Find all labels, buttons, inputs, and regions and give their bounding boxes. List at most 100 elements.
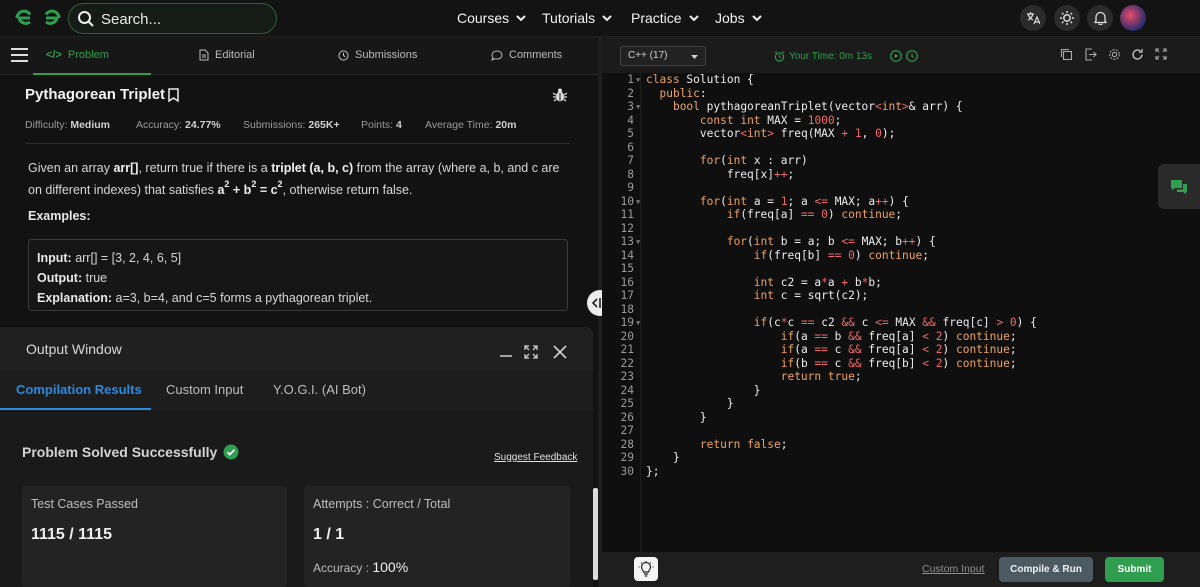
caret-down-icon [691,55,698,59]
output-title: Output Window [26,341,122,357]
language-select[interactable]: C++ (17) [620,46,706,66]
menu-icon[interactable] [11,48,28,62]
compile-run-button[interactable]: Compile & Run [999,557,1093,582]
language-value: C++ (17) [628,50,668,61]
close-icon[interactable] [553,345,567,359]
tab-problem-label: Problem [67,49,109,61]
notifications-button[interactable] [1087,5,1113,31]
code-line: if(freq[b] == 0) continue; [753,248,929,262]
check-circle-icon [223,444,239,460]
desc-part: , otherwise return false. [282,183,413,198]
import-icon[interactable] [1084,48,1097,61]
fold-icon[interactable]: ▼ [636,319,640,327]
search-box[interactable]: Search... [68,3,277,34]
hint-button[interactable] [634,557,658,581]
example-explanation: Explanation: a=3, b=4, and c=5 forms a p… [37,288,559,308]
tab-editorial[interactable]: Editorial [199,49,255,61]
fold-icon[interactable]: ▼ [636,238,640,246]
tab-compilation-results[interactable]: Compilation Results [16,382,142,397]
custom-input-link[interactable]: Custom Input [922,563,984,575]
search-placeholder: Search... [101,11,162,28]
code-line: class Solution { [646,73,754,86]
fold-icon[interactable]: ▼ [636,76,640,84]
submit-button[interactable]: Submit [1105,557,1164,582]
tab-submissions[interactable]: Submissions [338,49,417,61]
test-cases-card: Test Cases Passed 1115 / 1115 [22,486,287,587]
line-number: 7 [627,154,634,167]
reset-timer-icon[interactable] [906,50,918,62]
theme-toggle-button[interactable] [1054,5,1080,31]
example-input: Input: arr[] = [3, 2, 4, 6, 5] [37,248,559,268]
code-line: public: [659,86,707,100]
nav-practice[interactable]: Practice [631,10,699,26]
user-avatar[interactable] [1120,5,1146,31]
output-accuracy-value: 100% [372,559,409,575]
document-icon [199,49,209,61]
code-line: bool pythagoreanTriplet(vector<int>& arr… [672,100,963,113]
chevron-down-icon [688,14,699,21]
expand-icon[interactable] [524,345,538,359]
tab-editorial-label: Editorial [215,49,255,61]
tab-problem[interactable]: </> Problem [46,49,109,61]
code-line: return false; [699,437,788,451]
code-line: return true; [780,370,862,383]
nav-jobs[interactable]: Jobs [715,10,762,26]
problem-tabbar: </> Problem Editorial Submissions Commen… [0,37,598,75]
tab-yogi-ai-bot[interactable]: Y.O.G.I. (AI Bot) [273,382,366,397]
problem-title: Pythagorean Triplet [25,86,179,103]
translate-button[interactable] [1020,5,1046,31]
nav-tutorials[interactable]: Tutorials [542,10,612,26]
points-label: Points: [361,119,394,131]
line-number: 14 [620,248,634,262]
accuracy-label: Accuracy: [136,119,183,131]
line-number: 30 [620,464,634,478]
fold-icon[interactable]: ▼ [636,103,640,111]
lightbulb-icon [638,561,654,577]
settings-gear-icon[interactable] [1108,48,1121,61]
divider [25,143,570,144]
code-line: int c = sqrt(c2); [753,289,869,302]
avg-time-value: 20m [495,119,517,131]
submissions-meta: Submissions: 265K+ [243,119,340,131]
suggest-feedback-link[interactable]: Suggest Feedback [494,452,577,463]
timer: Your Time: 0m 13s [774,50,918,62]
code-editor[interactable]: 1 ▼ class Solution { 2 public: 3 ▼ bool py… [602,73,1200,552]
line-number: 13 [620,235,634,248]
line-number: 9 [627,181,634,194]
solved-status: Problem Solved Successfully [22,444,239,460]
chevron-down-icon [602,14,612,21]
refresh-icon[interactable] [1131,48,1144,61]
line-number: 21 [620,343,634,356]
gfg-logo[interactable] [14,8,62,28]
desc-formula: a2 + b2 = c2 [217,179,283,198]
chat-button[interactable] [1158,164,1200,209]
nav-practice-label: Practice [631,10,682,26]
attempts-label: Attempts : Correct / Total [313,497,451,511]
example-output: Output: true [37,268,559,288]
nav-courses[interactable]: Courses [457,10,526,26]
bookmark-icon[interactable] [168,87,179,102]
active-output-tab-indicator [0,408,151,410]
tab-custom-input[interactable]: Custom Input [166,382,243,397]
translate-icon [1027,12,1040,25]
line-number: 22 [620,356,634,370]
code-line: } [646,383,761,397]
code-line: if(c*c == c2 && c <= MAX && freq[c] > 0)… [753,316,1037,329]
code-line: if(a == c && freq[a] < 2) continue; [780,343,1017,356]
copy-icon[interactable] [1060,48,1073,61]
play-icon[interactable] [890,50,902,62]
code-line: for(int x : arr) [699,154,808,167]
tab-comments[interactable]: Comments [491,49,562,61]
desc-arr: arr[] [113,161,139,175]
output-window: Output Window Compilation Results Custom… [0,327,593,587]
avg-time-meta: Average Time: 20m [425,119,516,131]
fold-icon[interactable]: ▼ [636,198,640,206]
bug-report-icon[interactable] [552,87,568,103]
test-cases-label: Test Cases Passed [31,497,138,511]
fullscreen-icon[interactable] [1155,48,1167,60]
search-icon [78,11,94,27]
minimize-icon[interactable] [499,347,513,357]
code-line: int c2 = a*a + b*b; [753,275,882,289]
accuracy-row: Accuracy : 100% [313,559,408,575]
line-number: 5 [627,127,634,140]
